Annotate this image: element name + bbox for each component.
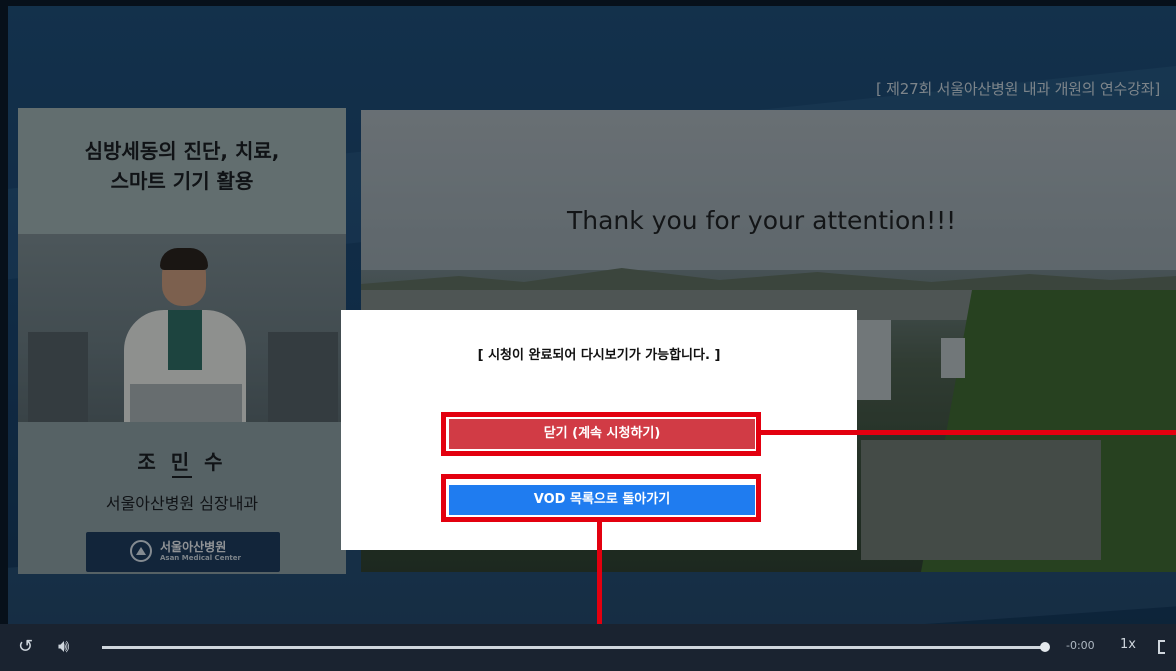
highlight-box-close <box>441 412 761 456</box>
time-remaining: -0:00 <box>1066 639 1095 652</box>
player-controls: ↺ 🔊︎ -0:00 1x <box>0 624 1176 671</box>
modal-message: [ 시청이 완료되어 다시보기가 가능합니다. ] <box>477 348 721 363</box>
fullscreen-icon[interactable] <box>1158 640 1172 654</box>
highlight-line <box>760 430 1176 435</box>
volume-icon[interactable]: 🔊︎ <box>58 636 69 658</box>
playback-speed-button[interactable]: 1x <box>1120 637 1136 652</box>
replay-icon[interactable]: ↺ <box>18 636 33 658</box>
highlight-box-vod <box>441 474 761 522</box>
progress-bar[interactable] <box>102 646 1044 649</box>
progress-handle[interactable] <box>1040 642 1050 652</box>
